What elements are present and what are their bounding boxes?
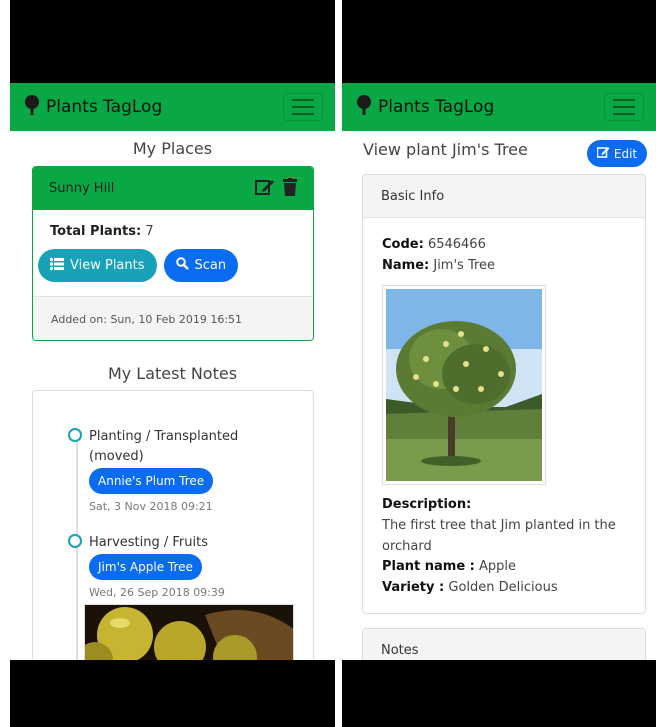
bottom-black-bar <box>342 660 656 727</box>
notes-title: My Latest Notes <box>107 364 238 383</box>
page-title: View plant Jim's Tree <box>363 140 528 159</box>
total-plants-value: 7 <box>145 224 154 239</box>
left-screen: Plants TagLog My Places Sunny Hill Total… <box>0 0 336 727</box>
view-plants-button[interactable]: View Plants <box>38 249 157 282</box>
code-label: Code: <box>382 237 424 252</box>
note-date: Wed, 26 Sep 2018 09:39 <box>89 586 225 599</box>
place-name: Sunny Hill <box>49 181 115 196</box>
brand-name: Plants TagLog <box>378 97 495 117</box>
variety-row: Variety : Golden Delicious <box>382 580 558 595</box>
trash-icon[interactable] <box>283 177 297 200</box>
plant-name-value: Apple <box>479 559 517 574</box>
plant-name-label: Plant name : <box>382 559 475 574</box>
list-icon <box>50 257 64 274</box>
hamburger-icon[interactable] <box>283 93 323 121</box>
note-date: Sat, 3 Nov 2018 09:21 <box>89 500 213 513</box>
note-title: Planting / Transplanted (moved) <box>89 427 238 467</box>
description-text: The first tree that Jim planted in the o… <box>382 515 627 557</box>
search-icon <box>175 257 189 274</box>
bottom-black-bar <box>10 660 335 727</box>
right-screen: Plants TagLog View plant Jim's Tree Edit… <box>342 0 656 727</box>
variety-value: Golden Delicious <box>448 580 558 595</box>
scan-label: Scan <box>194 258 227 273</box>
description-line: The first tree that Jim planted in the <box>382 518 616 533</box>
description-line: orchard <box>382 539 432 554</box>
brand[interactable]: Plants TagLog <box>342 94 494 121</box>
plant-photo <box>382 285 546 485</box>
apples-photo <box>84 604 294 664</box>
tree-logo-icon <box>354 94 374 121</box>
code-row: Code: 6546466 <box>382 237 486 252</box>
hamburger-icon[interactable] <box>604 93 644 121</box>
note-title-line: (moved) <box>89 449 144 464</box>
basic-info-header: Basic Info <box>363 175 645 218</box>
name-row: Name: Jim's Tree <box>382 258 495 273</box>
top-black-bar <box>10 0 335 83</box>
brand[interactable]: Plants TagLog <box>10 94 162 121</box>
edit-button[interactable]: Edit <box>587 140 647 167</box>
scan-button[interactable]: Scan <box>163 249 239 282</box>
place-card-header: Sunny Hill <box>33 167 313 210</box>
navbar: Plants TagLog <box>342 83 656 131</box>
view-plants-label: View Plants <box>70 258 145 273</box>
basic-info-card: Basic Info Code: 6546466 Name: Jim's Tre… <box>362 174 646 614</box>
variety-label: Variety : <box>382 580 445 595</box>
description-label: Description: <box>382 497 471 512</box>
timeline-dot-icon <box>68 428 82 442</box>
name-value: Jim's Tree <box>433 258 496 273</box>
name-label: Name: <box>382 258 430 273</box>
edit-icon <box>596 146 610 161</box>
brand-name: Plants TagLog <box>46 97 163 117</box>
description-label-text: Description: <box>382 497 472 512</box>
places-title: My Places <box>132 139 213 158</box>
note-plant-badge[interactable]: Jim's Apple Tree <box>89 554 202 580</box>
total-plants: Total Plants: 7 <box>50 224 297 239</box>
total-plants-label: Total Plants: <box>50 224 142 239</box>
timeline-dot-icon <box>68 534 82 548</box>
place-card-body: Total Plants: 7 View Plants Scan <box>33 210 313 282</box>
plant-name-row: Plant name : Apple <box>382 559 516 574</box>
note-title: Harvesting / Fruits <box>89 535 208 550</box>
timeline-line <box>76 434 78 664</box>
place-card: Sunny Hill Total Plants: 7 View Plants S… <box>32 166 314 341</box>
navbar: Plants TagLog <box>10 83 335 131</box>
edit-icon[interactable] <box>255 178 275 200</box>
place-added-on: Added on: Sun, 10 Feb 2019 16:51 <box>33 296 313 340</box>
top-black-bar <box>342 0 656 83</box>
note-title-line: Planting / Transplanted <box>89 429 239 444</box>
tree-logo-icon <box>22 94 42 121</box>
code-value: 6546466 <box>427 237 486 252</box>
note-plant-badge[interactable]: Annie's Plum Tree <box>89 468 214 494</box>
edit-label: Edit <box>613 146 638 161</box>
